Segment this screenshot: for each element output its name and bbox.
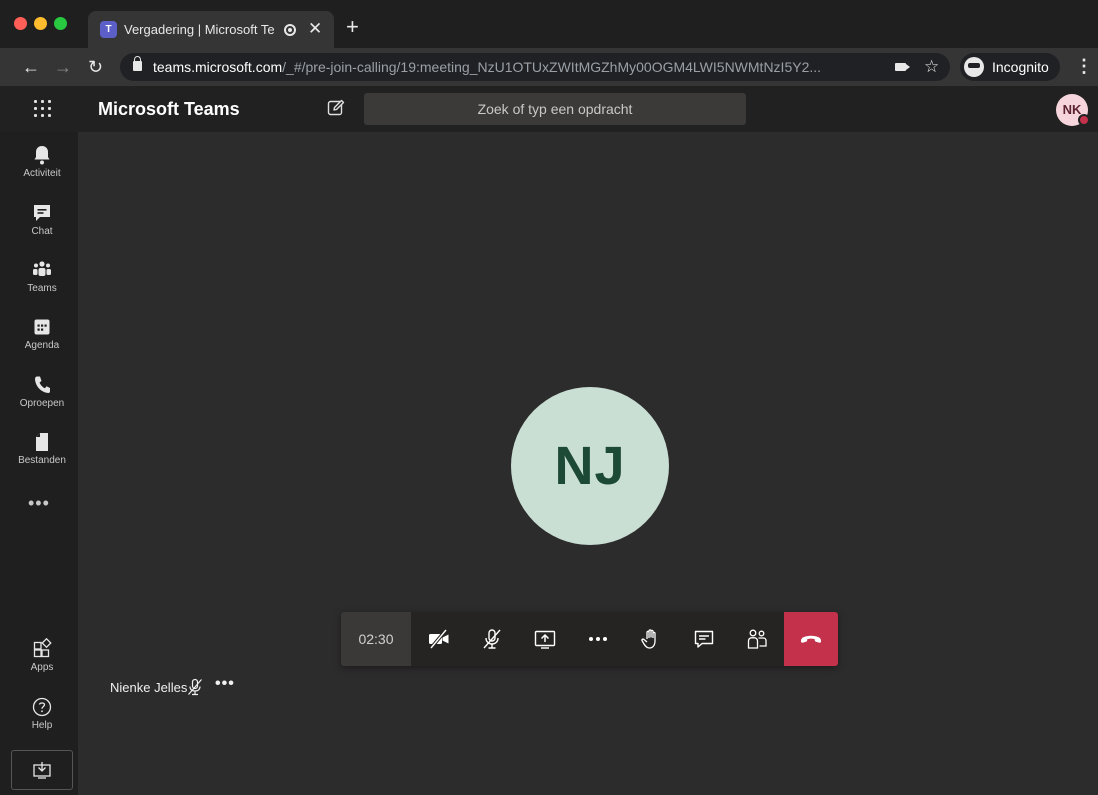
rail-label: Apps: [30, 662, 54, 673]
raise-hand-button[interactable]: [625, 612, 677, 666]
share-tray-icon: [534, 630, 556, 649]
incognito-label: Incognito: [992, 59, 1049, 75]
search-placeholder: Zoek of typ een opdracht: [477, 101, 633, 117]
teams-favicon-icon: T: [100, 21, 117, 38]
participant-more-options-button[interactable]: •••: [215, 676, 235, 692]
app-launcher-icon[interactable]: [34, 100, 52, 118]
apps-icon: [32, 637, 52, 660]
window-minimize-button[interactable]: [34, 17, 47, 30]
presence-busy-icon: [1078, 114, 1090, 126]
participants-icon: [747, 629, 767, 649]
window-maximize-button[interactable]: [54, 17, 67, 30]
browser-tab[interactable]: T Vergadering | Microsoft Teams ✕: [88, 11, 334, 48]
more-apps-icon[interactable]: •••: [28, 494, 50, 512]
rail-item-apps[interactable]: Apps: [0, 637, 84, 688]
file-icon: [32, 431, 52, 453]
call-timer: 02:30: [341, 612, 411, 666]
rail-label: Help: [31, 720, 53, 731]
call-controls-bar: 02:30: [341, 612, 838, 666]
more-actions-button[interactable]: [572, 612, 624, 666]
mic-off-icon: [483, 629, 501, 649]
bookmark-star-icon[interactable]: ☆: [924, 56, 939, 78]
browser-tab-strip: T Vergadering | Microsoft Teams ✕ +: [0, 0, 1098, 48]
more-dots-icon: [589, 637, 607, 641]
rail-item-chat[interactable]: Chat: [0, 202, 84, 252]
raise-hand-icon: [641, 629, 656, 649]
app-rail: Activiteit Chat Teams Agenda Oproepen Be…: [0, 132, 78, 795]
forward-arrow-icon[interactable]: →: [54, 56, 72, 78]
teams-icon: [32, 259, 52, 281]
teams-header: Microsoft Teams Zoek of typ een opdracht…: [0, 86, 1098, 132]
url-host: teams.microsoft.com: [153, 59, 283, 75]
reload-icon[interactable]: ↻: [88, 56, 103, 78]
tab-close-icon[interactable]: ✕: [308, 19, 322, 39]
hang-up-button[interactable]: [784, 612, 838, 666]
chat-icon: [32, 202, 52, 224]
hang-up-icon: [801, 635, 821, 643]
back-arrow-icon[interactable]: ←: [22, 56, 40, 78]
bell-icon: [32, 144, 52, 166]
show-conversation-button[interactable]: [678, 612, 730, 666]
rail-item-help[interactable]: Help: [0, 696, 84, 746]
rail-label: Bestanden: [18, 455, 66, 466]
participant-name: Nienke Jelles: [110, 680, 188, 695]
mic-toggle-button[interactable]: [466, 612, 518, 666]
meeting-stage: NJ 02:30 Nienke Jelles •••: [78, 132, 1098, 795]
rail-label: Oproepen: [19, 398, 65, 409]
download-icon: [33, 762, 51, 779]
participant-avatar: NJ: [511, 387, 669, 545]
search-input[interactable]: Zoek of typ een opdracht: [364, 93, 746, 125]
window-close-button[interactable]: [14, 17, 27, 30]
rail-label: Teams: [27, 283, 57, 294]
address-bar[interactable]: teams.microsoft.com/_#/pre-join-calling/…: [120, 53, 950, 81]
phone-icon: [32, 374, 52, 396]
rail-item-teams[interactable]: Teams: [0, 259, 84, 309]
download-app-button[interactable]: [11, 750, 73, 790]
rail-label: Agenda: [24, 340, 60, 351]
calendar-icon: [32, 316, 52, 338]
help-icon: [32, 696, 52, 718]
show-participants-button[interactable]: [731, 612, 783, 666]
camera-off-icon: [429, 628, 449, 650]
rail-item-activity[interactable]: Activiteit: [0, 144, 84, 194]
rail-label: Activiteit: [23, 168, 61, 179]
new-tab-button[interactable]: +: [346, 16, 359, 38]
participant-muted-icon: [186, 678, 204, 701]
app-title: Microsoft Teams: [98, 99, 240, 119]
rail-label: Chat: [31, 226, 53, 237]
incognito-icon: [964, 57, 984, 77]
recording-indicator-icon: [284, 24, 296, 36]
tab-title: Vergadering | Microsoft Teams: [124, 22, 274, 37]
rail-item-calendar[interactable]: Agenda: [0, 316, 84, 366]
rail-item-calls[interactable]: Oproepen: [0, 374, 84, 424]
share-screen-button[interactable]: [519, 612, 571, 666]
url-text[interactable]: teams.microsoft.com/_#/pre-join-calling/…: [153, 58, 885, 76]
browser-menu-icon[interactable]: ⋮: [1075, 54, 1093, 78]
rail-item-files[interactable]: Bestanden: [0, 431, 84, 481]
lock-icon[interactable]: [133, 56, 142, 71]
new-chat-compose-icon[interactable]: [326, 98, 346, 118]
url-path: /_#/pre-join-calling/19:meeting_NzU1OTUx…: [282, 59, 822, 75]
incognito-profile-button[interactable]: Incognito: [960, 53, 1060, 81]
camera-toggle-button[interactable]: [413, 612, 465, 666]
browser-toolbar: ← → ↻ teams.microsoft.com/_#/pre-join-ca…: [0, 48, 1098, 86]
conversation-icon: [694, 630, 714, 648]
camera-in-use-icon[interactable]: [895, 63, 910, 71]
